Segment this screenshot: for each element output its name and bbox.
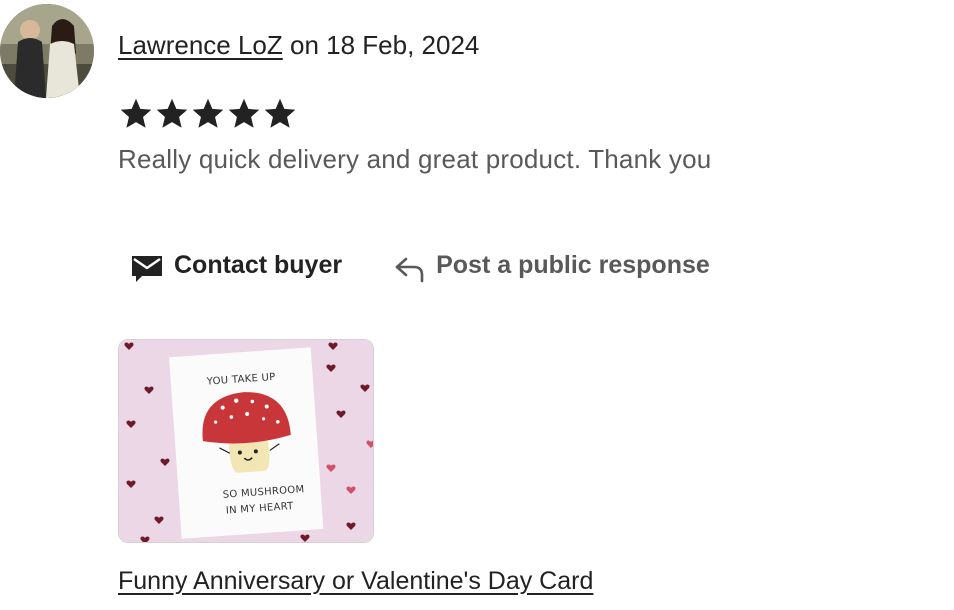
star-icon xyxy=(118,96,154,134)
review-date: on 18 Feb, 2024 xyxy=(290,30,480,60)
star-icon xyxy=(262,96,298,134)
envelope-icon xyxy=(130,252,164,284)
star-rating xyxy=(118,96,298,134)
greeting-card-image: YOU TAKE UP SO MUSHROOM IN MY HEART xyxy=(119,340,373,542)
review-text: Really quick delivery and great product.… xyxy=(118,144,712,174)
reviewer-avatar[interactable] xyxy=(0,4,94,98)
review-actions: Contact buyer Post a public response xyxy=(130,246,710,284)
product-title-link[interactable]: Funny Anniversary or Valentine's Day Car… xyxy=(118,564,593,598)
post-public-response-button[interactable]: Post a public response xyxy=(394,247,710,283)
reviewer-name-link[interactable]: Lawrence LoZ xyxy=(118,30,283,60)
star-icon xyxy=(226,96,262,134)
product-thumbnail[interactable]: YOU TAKE UP SO MUSHROOM IN MY HEART xyxy=(118,339,374,543)
post-public-response-label: Post a public response xyxy=(436,251,710,279)
contact-buyer-button[interactable]: Contact buyer xyxy=(130,246,342,284)
review-byline: Lawrence LoZ on 18 Feb, 2024 xyxy=(118,28,479,62)
star-icon xyxy=(190,96,226,134)
star-icon xyxy=(154,96,190,134)
contact-buyer-label: Contact buyer xyxy=(174,251,343,279)
avatar-photo xyxy=(0,4,94,98)
reply-arrow-icon xyxy=(394,255,426,283)
